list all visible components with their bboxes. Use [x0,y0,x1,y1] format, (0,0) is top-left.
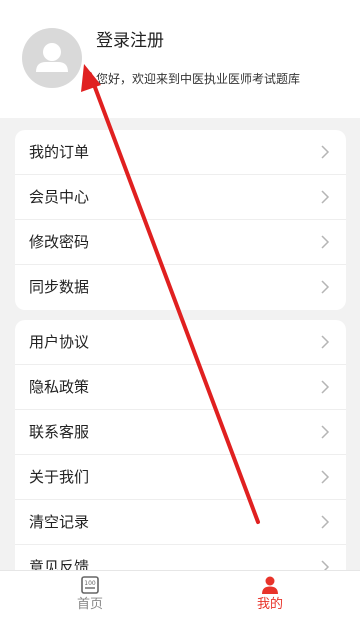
menu-item-label: 我的订单 [29,143,90,161]
quiz-book-icon: 100 [81,576,99,594]
chevron-right-icon [321,190,330,204]
tab-home-label: 首页 [76,597,103,612]
welcome-text: 您好，欢迎来到中医执业医师考试题库 [96,72,301,86]
tab-mine-label: 我的 [256,597,283,612]
login-register-link[interactable]: 登录注册 [96,29,164,53]
menu-item-label: 会员中心 [29,188,90,206]
menu-item-label: 隐私政策 [29,378,90,396]
menu-item-sync-data[interactable]: 同步数据 [15,265,346,310]
menu-item-clear-records[interactable]: 清空记录 [15,500,346,545]
menu-item-label: 联系客服 [29,423,90,441]
menu-item-contact-support[interactable]: 联系客服 [15,410,346,455]
menu-item-label: 修改密码 [29,233,90,251]
chevron-right-icon [321,335,330,349]
avatar[interactable] [22,28,82,88]
chevron-right-icon [321,515,330,529]
svg-text:100: 100 [84,580,96,587]
menu-item-user-agreement[interactable]: 用户协议 [15,320,346,365]
chevron-right-icon [321,380,330,394]
menu-item-orders[interactable]: 我的订单 [15,130,346,175]
menu-item-about-us[interactable]: 关于我们 [15,455,346,500]
user-icon [262,576,278,594]
menu-item-membership[interactable]: 会员中心 [15,175,346,220]
chevron-right-icon [321,470,330,484]
menu-item-label: 同步数据 [29,278,90,296]
menu-item-label: 用户协议 [29,333,90,351]
profile-header: 登录注册 您好，欢迎来到中医执业医师考试题库 [0,0,360,120]
chevron-right-icon [321,145,330,159]
tab-home[interactable]: 100 首页 [0,571,180,619]
menu-item-label: 关于我们 [29,468,90,486]
tab-mine[interactable]: 我的 [180,571,360,619]
default-avatar-icon [36,43,68,72]
chevron-right-icon [321,280,330,294]
menu-item-label: 清空记录 [29,513,90,531]
menu-item-privacy-policy[interactable]: 隐私政策 [15,365,346,410]
chevron-right-icon [321,425,330,439]
menu-item-change-password[interactable]: 修改密码 [15,220,346,265]
account-menu-card: 我的订单 会员中心 修改密码 同步数据 [15,130,346,310]
chevron-right-icon [321,235,330,249]
info-menu-card: 用户协议 隐私政策 联系客服 关于我们 清空记录 意见反馈 [15,320,346,580]
bottom-tab-bar: 100 首页 我的 [0,570,360,618]
